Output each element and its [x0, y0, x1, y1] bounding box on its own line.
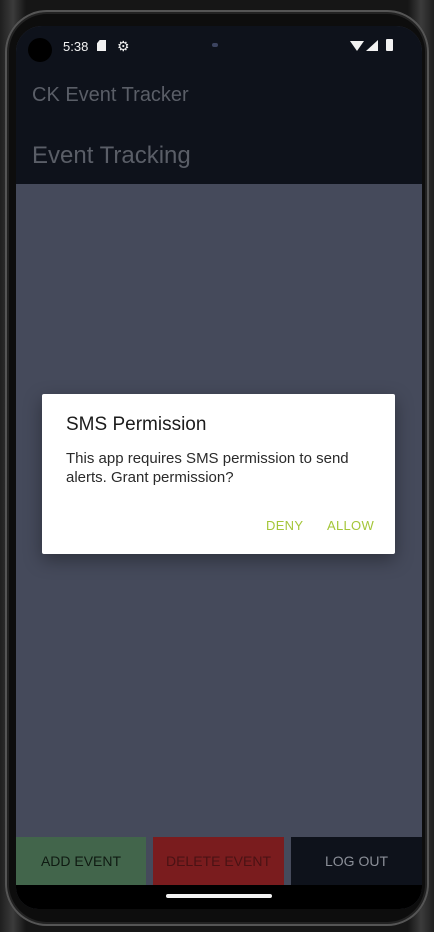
dialog-message: This app requires SMS permission to send… [66, 450, 349, 486]
camera-hole [28, 38, 52, 62]
status-bar: 5:38 ⚙ [16, 26, 422, 68]
button-divider [146, 837, 153, 885]
status-time: 5:38 [63, 39, 89, 54]
battery-icon [386, 39, 393, 51]
bottom-action-bar: ADD EVENT DELETE EVENT LOG OUT [16, 837, 422, 885]
dialog-title: SMS Permission [66, 414, 207, 435]
signal-icon [366, 40, 378, 51]
home-gesture-handle[interactable] [166, 894, 272, 898]
wifi-icon [350, 41, 364, 51]
sd-card-icon [97, 40, 106, 51]
app-title: CK Event Tracker [32, 84, 189, 106]
app-header: CK Event Tracker Event Tracking [16, 68, 422, 184]
gesture-nav-area [16, 885, 422, 909]
add-event-button[interactable]: ADD EVENT [16, 837, 146, 885]
deny-button[interactable]: DENY [266, 518, 303, 533]
delete-event-button[interactable]: DELETE EVENT [153, 837, 284, 885]
device-screen: 5:38 ⚙ CK Event Tracker Event Tracking S… [16, 26, 422, 909]
earpiece [212, 43, 218, 47]
gear-icon: ⚙ [117, 38, 130, 54]
sms-permission-dialog: SMS Permission This app requires SMS per… [42, 394, 395, 554]
log-out-button[interactable]: LOG OUT [291, 837, 422, 885]
page-title: Event Tracking [32, 142, 191, 169]
allow-button[interactable]: ALLOW [327, 518, 374, 533]
